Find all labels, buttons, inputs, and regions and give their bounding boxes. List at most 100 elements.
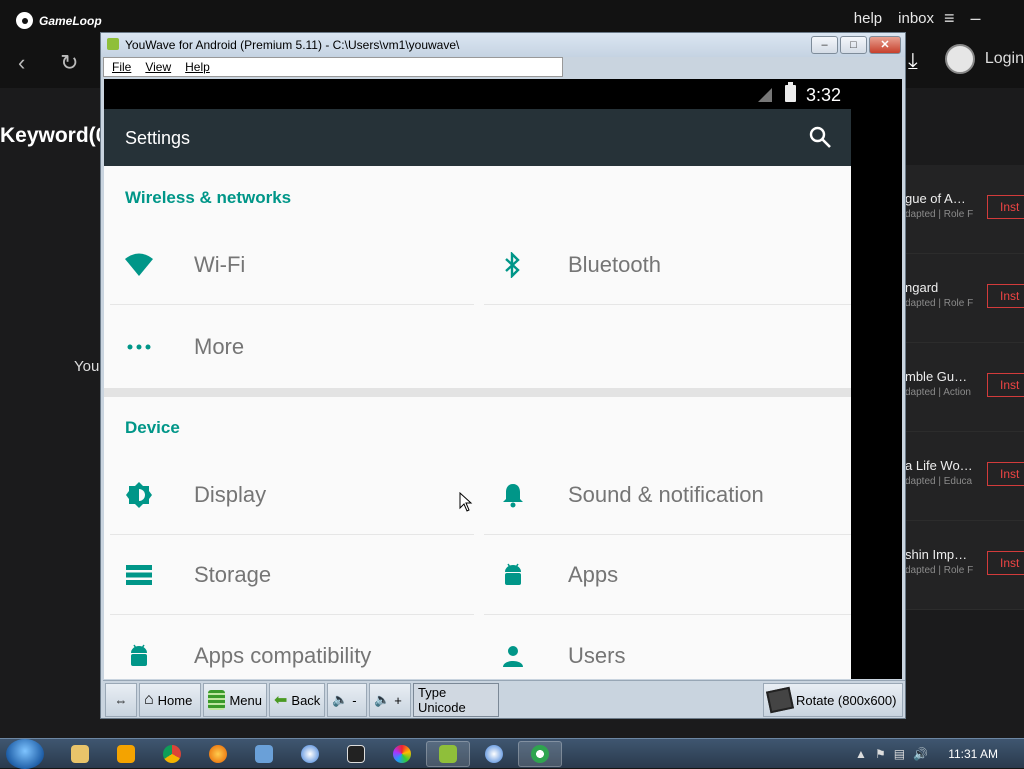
type-unicode-button[interactable]: Type Unicode	[413, 683, 499, 717]
back-label: Back	[291, 692, 321, 708]
setting-label: Apps	[568, 562, 619, 587]
install-button[interactable]: Inst	[987, 551, 1024, 575]
setting-display[interactable]: Display	[104, 480, 474, 510]
mouse-cursor-icon	[459, 492, 473, 512]
install-button[interactable]: Inst	[987, 195, 1024, 219]
setting-label: More	[194, 334, 245, 359]
resize-button[interactable]: ⇔	[105, 683, 137, 717]
gameloop-user[interactable]: Login	[944, 44, 1024, 74]
taskbar-7zip[interactable]	[334, 741, 378, 767]
keyword-heading: Keyword(0	[0, 124, 108, 147]
menu-help[interactable]: Help	[185, 60, 210, 74]
game-subtitle: dapted | Role F	[905, 565, 974, 576]
search-icon[interactable]	[808, 125, 832, 149]
install-button[interactable]: Inst	[987, 284, 1024, 308]
hamburger-menu-icon[interactable]: ≡	[944, 8, 955, 29]
setting-users[interactable]: Users	[478, 641, 851, 671]
android-screen: 3:32 Settings Wireless & networks Wi-Fi	[104, 79, 902, 679]
volume-down-button[interactable]: 🔈 -	[327, 683, 367, 717]
gameloop-icon	[531, 745, 549, 763]
back-arrow-icon[interactable]: ‹	[18, 50, 54, 76]
taskbar-remote[interactable]	[242, 741, 286, 767]
volume-icon[interactable]: 🔊	[913, 747, 928, 761]
close-button[interactable]: ✕	[869, 36, 901, 54]
network-icon[interactable]: ▤	[894, 747, 905, 761]
game-title: ngard	[905, 280, 939, 295]
refresh-icon[interactable]: ↻	[60, 50, 96, 76]
storage-icon	[124, 560, 154, 590]
setting-storage[interactable]: Storage	[104, 560, 474, 590]
more-dots-icon	[124, 332, 154, 362]
android-status-bar: 3:32	[104, 79, 902, 109]
setting-bluetooth[interactable]: Bluetooth	[478, 250, 851, 280]
setting-sound[interactable]: Sound & notification	[478, 480, 851, 510]
android-icon	[439, 745, 457, 763]
list-item[interactable]: ngard dapted | Role F Inst	[905, 254, 1024, 343]
back-arrow-icon: ⬅	[274, 692, 288, 709]
setting-apps[interactable]: Apps	[478, 560, 851, 590]
gameloop-links: help inbox	[854, 10, 934, 27]
minimize-button[interactable]: –	[811, 36, 838, 54]
setting-wifi[interactable]: Wi-Fi	[104, 250, 474, 280]
window-title: YouWave for Android (Premium 5.11) - C:\…	[125, 38, 460, 52]
menu-button[interactable]: Menu	[203, 683, 267, 717]
taskbar-explorer[interactable]	[58, 741, 102, 767]
setting-label: Bluetooth	[568, 252, 661, 277]
person-icon	[498, 641, 528, 671]
status-time: 3:32	[806, 85, 842, 105]
list-item[interactable]: shin Imp… dapted | Role F Inst	[905, 521, 1024, 610]
list-item[interactable]: a Life Wo… dapted | Educa Inst	[905, 432, 1024, 521]
start-button[interactable]	[6, 739, 44, 769]
home-button[interactable]: ⌂ Home	[139, 683, 201, 717]
window-titlebar[interactable]: YouWave for Android (Premium 5.11) - C:\…	[101, 33, 905, 57]
taskbar-picasa[interactable]	[380, 741, 424, 767]
game-subtitle: dapted | Role F	[905, 209, 974, 220]
game-title: mble Gu…	[905, 369, 968, 384]
inbox-link[interactable]: inbox	[898, 10, 934, 27]
home-label: Home	[157, 692, 193, 708]
menu-file[interactable]: File	[112, 60, 131, 74]
download-icon[interactable]: ⤓	[908, 48, 918, 74]
taskbar-youwave[interactable]	[426, 741, 470, 767]
settings-appbar: Settings	[104, 109, 851, 166]
taskbar-clock[interactable]: 11:31 AM	[948, 747, 998, 761]
rotate-button[interactable]: Rotate (800x600)	[763, 683, 903, 717]
list-item[interactable]: mble Gu… dapted | Action Inst	[905, 343, 1024, 432]
back-button[interactable]: ⬅ Back	[269, 683, 325, 717]
firefox-icon	[209, 745, 227, 763]
android-app-icon	[107, 38, 119, 50]
minimize-icon[interactable]: –	[971, 8, 981, 29]
menu-view[interactable]: View	[145, 60, 171, 74]
folder-icon	[71, 745, 89, 763]
gameloop-logo: GameLoop	[16, 12, 102, 29]
media-player-icon	[117, 745, 135, 763]
section-device: Device	[125, 418, 180, 437]
volume-up-button[interactable]: 🔈 +	[369, 683, 411, 717]
help-link[interactable]: help	[854, 10, 882, 27]
game-title: shin Imp…	[905, 547, 968, 562]
taskbar-media-player[interactable]	[104, 741, 148, 767]
taskbar-ccleaner-2[interactable]	[472, 741, 516, 767]
divider	[484, 534, 851, 535]
taskbar-firefox[interactable]	[196, 741, 240, 767]
install-button[interactable]: Inst	[987, 462, 1024, 486]
list-item[interactable]: gue of A… dapted | Role F Inst	[905, 165, 1024, 254]
divider	[484, 304, 851, 305]
remote-desktop-icon	[255, 745, 273, 763]
taskbar-gameloop[interactable]	[518, 741, 562, 767]
speaker-icon: 🔈	[332, 692, 349, 707]
taskbar-chrome[interactable]	[150, 741, 194, 767]
setting-label: Sound & notification	[568, 482, 764, 507]
type-unicode-label: Type Unicode	[418, 685, 466, 715]
maximize-button[interactable]: □	[840, 36, 867, 54]
action-center-icon[interactable]: ⚑	[875, 747, 886, 761]
setting-more[interactable]: More	[104, 332, 474, 362]
login-link[interactable]: Login	[985, 50, 1024, 68]
speaker-icon: 🔈	[374, 692, 391, 707]
tray-expand-icon[interactable]: ▲	[855, 747, 867, 761]
setting-apps-compatibility[interactable]: Apps compatibility	[104, 641, 474, 671]
install-button[interactable]: Inst	[987, 373, 1024, 397]
avatar[interactable]	[944, 44, 975, 74]
section-wireless: Wireless & networks	[125, 188, 292, 207]
taskbar-ccleaner[interactable]	[288, 741, 332, 767]
